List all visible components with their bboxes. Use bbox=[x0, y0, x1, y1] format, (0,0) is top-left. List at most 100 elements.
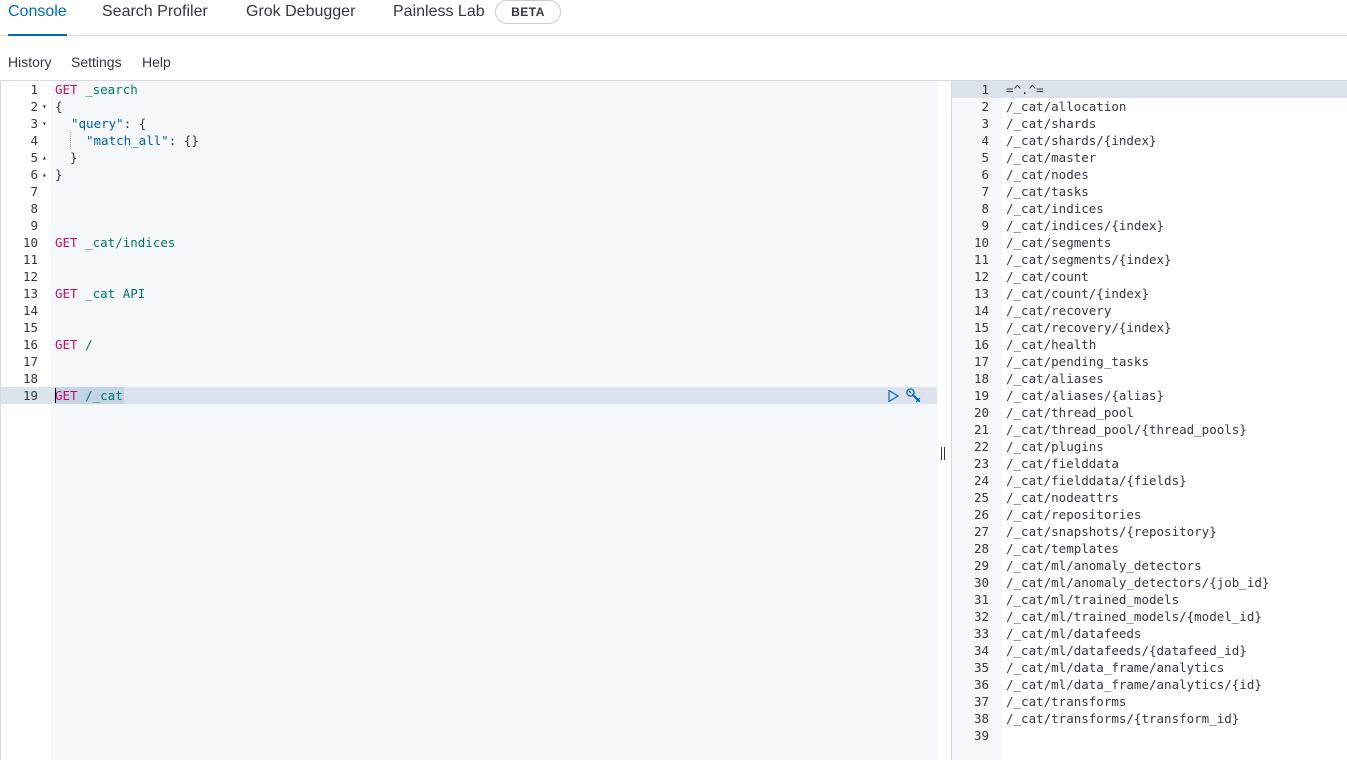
request-editor[interactable]: 1 2 3 4 5 6 7 8 9 10 11 12 13 14 15 16 17 18 19 ▾ ▾ ▴ ▴ GE… bbox=[0, 81, 937, 760]
line-number: 35 bbox=[973, 660, 989, 675]
line-number: 14 bbox=[22, 303, 38, 318]
response-line: /_cat/nodes bbox=[1006, 167, 1089, 182]
line-number: 17 bbox=[973, 354, 989, 369]
response-line: /_cat/indices/{index} bbox=[1006, 218, 1165, 233]
response-line: /_cat/recovery bbox=[1006, 303, 1112, 318]
fold-close-icon[interactable]: ▴ bbox=[42, 149, 47, 166]
line-number: 13 bbox=[973, 286, 989, 301]
line-number: 12 bbox=[973, 269, 989, 284]
tab-search-profiler[interactable]: Search Profiler bbox=[102, 0, 208, 36]
code-line: } bbox=[70, 150, 78, 165]
line-number: 33 bbox=[973, 626, 989, 641]
code-line: GET / bbox=[55, 337, 93, 352]
line-number: 9 bbox=[30, 218, 38, 233]
response-line: /_cat/ml/data_frame/analytics/{id} bbox=[1006, 677, 1262, 692]
line-number: 3 bbox=[981, 116, 989, 131]
response-editor[interactable]: 1 2 3 4 5 6 7 8 9 10 11 12 13 14 15 16 17 18 19 20 21 22 23 24 2… bbox=[951, 81, 1347, 760]
line-number: 11 bbox=[973, 252, 989, 267]
console-menu: History Settings Help bbox=[0, 36, 1347, 81]
response-line: /_cat/ml/trained_models bbox=[1006, 592, 1180, 607]
line-number: 10 bbox=[973, 235, 989, 250]
line-number: 5 bbox=[981, 150, 989, 165]
line-number: 7 bbox=[981, 184, 989, 199]
line-number: 37 bbox=[973, 694, 989, 709]
response-line: /_cat/plugins bbox=[1006, 439, 1104, 454]
fold-close-icon[interactable]: ▴ bbox=[42, 166, 47, 183]
line-number: 18 bbox=[973, 371, 989, 386]
response-line: /_cat/transforms bbox=[1006, 694, 1127, 709]
line-number: 12 bbox=[22, 269, 38, 284]
response-line: /_cat/aliases bbox=[1006, 371, 1104, 386]
response-line: /_cat/ml/anomaly_detectors/{job_id} bbox=[1006, 575, 1270, 590]
code-line: GET _cat/indices bbox=[55, 235, 176, 250]
line-number: 25 bbox=[973, 490, 989, 505]
line-number: 38 bbox=[973, 711, 989, 726]
line-number: 10 bbox=[22, 235, 38, 250]
line-number: 24 bbox=[973, 473, 989, 488]
tab-grok-debugger[interactable]: Grok Debugger bbox=[246, 0, 355, 36]
tab-console[interactable]: Console bbox=[8, 0, 67, 36]
wrench-icon[interactable] bbox=[905, 387, 921, 403]
response-line: /_cat/ml/anomaly_detectors bbox=[1006, 558, 1202, 573]
code-line-active: GET /_cat bbox=[55, 388, 123, 403]
code-line: "match_all": {} bbox=[86, 133, 199, 148]
fold-open-icon[interactable]: ▾ bbox=[42, 115, 47, 132]
indent-guide bbox=[70, 132, 71, 149]
beta-badge: BETA bbox=[495, 0, 561, 24]
response-line: /_cat/master bbox=[1006, 150, 1097, 165]
line-number: 11 bbox=[22, 252, 38, 267]
line-number: 36 bbox=[973, 677, 989, 692]
help-link[interactable]: Help bbox=[142, 53, 171, 71]
line-number: 39 bbox=[973, 728, 989, 743]
line-number: 27 bbox=[973, 524, 989, 539]
line-number: 6 bbox=[981, 167, 989, 182]
code-line: GET _cat API bbox=[55, 286, 146, 301]
resizer-grip-icon[interactable] bbox=[940, 447, 946, 461]
line-number: 20 bbox=[973, 405, 989, 420]
code-line: } bbox=[55, 167, 63, 182]
response-line: /_cat/pending_tasks bbox=[1006, 354, 1149, 369]
line-number: 6 bbox=[30, 167, 38, 182]
line-number: 13 bbox=[22, 286, 38, 301]
line-number: 14 bbox=[973, 303, 989, 318]
line-number: 1 bbox=[981, 82, 989, 97]
response-line: =^.^= bbox=[1006, 82, 1044, 97]
line-number: 5 bbox=[30, 150, 38, 165]
fold-open-icon[interactable]: ▾ bbox=[42, 98, 47, 115]
response-line: /_cat/health bbox=[1006, 337, 1097, 352]
response-line: /_cat/fielddata/{fields} bbox=[1006, 473, 1187, 488]
response-line: /_cat/thread_pool/{thread_pools} bbox=[1006, 422, 1247, 437]
line-number: 30 bbox=[973, 575, 989, 590]
line-number: 8 bbox=[981, 201, 989, 216]
history-link[interactable]: History bbox=[8, 53, 52, 71]
response-line: /_cat/fielddata bbox=[1006, 456, 1119, 471]
line-number: 15 bbox=[973, 320, 989, 335]
response-line: /_cat/tasks bbox=[1006, 184, 1089, 199]
play-icon[interactable] bbox=[885, 388, 901, 404]
line-number: 16 bbox=[973, 337, 989, 352]
response-line: /_cat/segments bbox=[1006, 235, 1112, 250]
request-content-area[interactable] bbox=[51, 81, 937, 760]
response-line: /_cat/transforms/{transform_id} bbox=[1006, 711, 1240, 726]
line-number: 19 bbox=[22, 388, 38, 403]
line-number: 31 bbox=[973, 592, 989, 607]
response-line: /_cat/thread_pool bbox=[1006, 405, 1134, 420]
response-line: /_cat/shards/{index} bbox=[1006, 133, 1157, 148]
line-number: 32 bbox=[973, 609, 989, 624]
line-number: 4 bbox=[30, 133, 38, 148]
response-line: /_cat/templates bbox=[1006, 541, 1119, 556]
response-line: /_cat/snapshots/{repository} bbox=[1006, 524, 1217, 539]
tab-painless-lab[interactable]: Painless Lab bbox=[393, 0, 485, 36]
line-number: 21 bbox=[973, 422, 989, 437]
pane-resizer[interactable] bbox=[937, 81, 951, 760]
response-line: /_cat/ml/data_frame/analytics bbox=[1006, 660, 1225, 675]
line-number: 28 bbox=[973, 541, 989, 556]
line-number: 15 bbox=[22, 320, 38, 335]
response-line: /_cat/ml/datafeeds/{datafeed_id} bbox=[1006, 643, 1247, 658]
response-line: /_cat/ml/datafeeds bbox=[1006, 626, 1142, 641]
settings-link[interactable]: Settings bbox=[71, 53, 122, 71]
top-tab-bar: Console Search Profiler Grok Debugger Pa… bbox=[0, 0, 1347, 36]
line-number: 8 bbox=[30, 201, 38, 216]
line-number: 23 bbox=[973, 456, 989, 471]
code-line: "query": { bbox=[71, 116, 147, 131]
